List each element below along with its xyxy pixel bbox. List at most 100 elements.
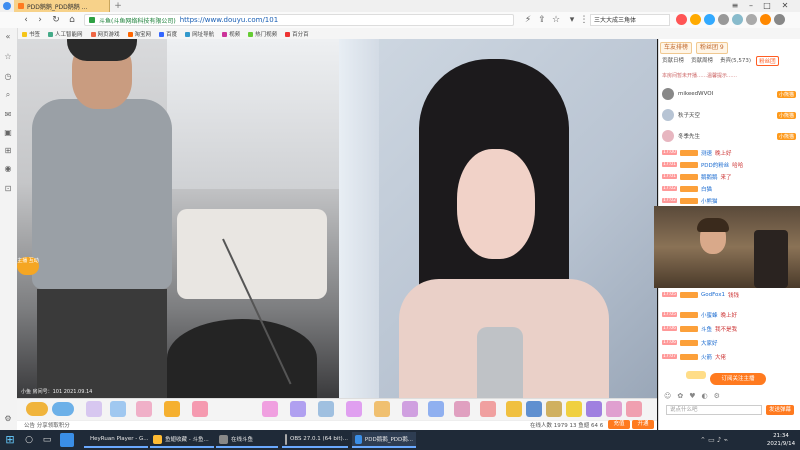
gift-item[interactable] — [454, 401, 470, 417]
gift-item[interactable] — [546, 401, 562, 417]
settings-icon[interactable] — [746, 14, 757, 25]
tab-vip[interactable]: 贵宾(5,573) — [718, 56, 753, 66]
gift-item[interactable] — [110, 401, 126, 417]
close-icon[interactable]: ✕ — [778, 0, 792, 12]
gift-package-button[interactable] — [26, 402, 48, 416]
event-badge[interactable]: 主播 互动 — [17, 257, 39, 275]
weibo-icon[interactable]: ◉ — [3, 164, 13, 174]
gift-item[interactable] — [346, 401, 362, 417]
chat-input[interactable]: 说点什么吧 — [666, 405, 762, 415]
gift-shop-button[interactable] — [52, 402, 74, 416]
gift-item[interactable] — [86, 401, 102, 417]
more-icon[interactable] — [774, 14, 785, 25]
taskbar-app[interactable]: OBS 27.0.1 (64 bit)... — [282, 432, 348, 448]
minimize-icon[interactable]: – — [744, 0, 758, 12]
taskbar-clock[interactable]: 21:34 2021/9/14 — [764, 432, 798, 448]
gift-item[interactable] — [626, 401, 642, 417]
gift-item[interactable] — [402, 401, 418, 417]
windows-start-icon[interactable]: ⊞ — [3, 433, 17, 447]
fan-row[interactable]: 冬季先生 小熊猫 — [662, 128, 796, 144]
star-icon[interactable]: ☆ — [550, 13, 562, 27]
gift-item[interactable] — [606, 401, 622, 417]
bookmark-item[interactable]: 淘宝网 — [127, 30, 151, 38]
system-tray-icons[interactable]: ⌃ ▭ ♪ ⌁ — [700, 436, 728, 444]
tab-fans[interactable]: 粉丝团 9 — [696, 42, 728, 54]
tab-rank[interactable]: 车友排榜 — [660, 42, 693, 54]
collapse-icon[interactable]: « — [3, 32, 13, 42]
message-icon[interactable]: ✉ — [3, 110, 13, 120]
gift-item[interactable] — [192, 401, 208, 417]
browser-taskbar-icon[interactable] — [60, 433, 74, 447]
bookmark-item[interactable]: 人工智能网 — [48, 30, 83, 38]
gift-item[interactable] — [586, 401, 602, 417]
browser-tab[interactable]: PDD鹅鹅_PDD鹅鹅 ... — [14, 0, 110, 12]
new-tab-button[interactable]: + — [112, 1, 124, 11]
user-icon[interactable] — [732, 14, 743, 25]
share-icon[interactable]: ⇪ — [536, 13, 548, 27]
bookmark-item[interactable]: 视频 — [222, 30, 240, 38]
bag-icon[interactable]: ▣ — [3, 128, 13, 138]
taskbar-app[interactable]: 鱼翅收藏 - 斗鱼... — [150, 432, 214, 448]
fan-badge-icon[interactable]: ♥ — [689, 392, 695, 402]
tab-daily[interactable]: 贡献日榜 — [660, 56, 686, 66]
task-view-icon[interactable]: ▭ — [40, 433, 54, 447]
maximize-icon[interactable]: □ — [760, 0, 774, 12]
search-icon[interactable]: ⌕ — [3, 90, 13, 100]
gift-item[interactable] — [136, 401, 152, 417]
announcement-text[interactable]: 公告 分享领取积分 — [24, 421, 70, 429]
tab-weekly[interactable]: 贡献周榜 — [689, 56, 715, 66]
gift-item[interactable] — [526, 401, 542, 417]
favorites-icon[interactable]: ☆ — [3, 52, 13, 62]
sidebar-settings-icon[interactable]: ⚙ — [3, 414, 13, 424]
notification-icon[interactable] — [760, 14, 771, 25]
game-icon[interactable] — [676, 14, 687, 25]
cloud-icon[interactable] — [704, 14, 715, 25]
fan-row[interactable]: mikeedWVOI 小熊猫 — [662, 86, 796, 102]
search-input[interactable]: 三大大成三角体 — [590, 14, 670, 26]
taskbar-app[interactable]: HeyRuan Player - G... — [84, 432, 149, 448]
color-icon[interactable]: ◐ — [701, 392, 707, 402]
extension-icon[interactable] — [690, 14, 701, 25]
bookmark-item[interactable]: 书签 — [22, 30, 40, 38]
gift-item[interactable] — [428, 401, 444, 417]
taskbar-app-active[interactable]: PDD鹅鹅_PDD鹅... — [352, 432, 416, 448]
gift-item[interactable] — [374, 401, 390, 417]
refresh-icon[interactable]: ↻ — [50, 13, 62, 27]
open-membership-button[interactable]: 开通 — [632, 420, 654, 429]
bookmark-item[interactable]: 百度 — [159, 30, 177, 38]
gift-item[interactable] — [566, 401, 582, 417]
fan-row[interactable]: 秋子天空 小熊猫 — [662, 107, 796, 123]
menu-icon[interactable]: ≡ — [728, 0, 742, 12]
download-icon[interactable] — [718, 14, 729, 25]
url-field[interactable]: 斗鱼(斗鱼网络科技有限公司) https://www.douyu.com/101 — [84, 14, 514, 26]
gift-item[interactable] — [506, 401, 522, 417]
gift-item[interactable] — [262, 401, 278, 417]
home-icon[interactable]: ⌂ — [66, 13, 78, 27]
bookmark-item[interactable]: 网页游戏 — [90, 30, 120, 38]
gift-effect-toggle[interactable] — [686, 371, 706, 379]
gift-icon[interactable]: ✿ — [677, 392, 683, 402]
search-taskbar-icon[interactable]: ○ — [22, 433, 36, 447]
gift-item[interactable] — [164, 401, 180, 417]
forward-icon[interactable]: › — [34, 13, 46, 27]
send-danmaku-button[interactable]: 发送弹幕 — [766, 405, 794, 415]
video-player[interactable]: 主播 互动 小鱼 房间号：101 2021.09.14 — [17, 39, 657, 398]
gift-item[interactable] — [480, 401, 496, 417]
gift-item[interactable] — [290, 401, 306, 417]
back-icon[interactable]: ‹ — [20, 13, 32, 27]
cart-icon[interactable]: ⊞ — [3, 146, 13, 156]
taskbar-app[interactable]: 在线斗鱼 — [216, 432, 278, 448]
apps-icon[interactable]: ⊡ — [3, 184, 13, 194]
dropdown-icon[interactable]: ▾ — [566, 13, 578, 27]
chat-settings-icon[interactable]: ⚙ — [714, 392, 720, 402]
recharge-button[interactable]: 充值 — [608, 420, 630, 429]
gift-item[interactable] — [318, 401, 334, 417]
follow-button[interactable]: 订阅关注主播 — [710, 373, 766, 385]
emoji-icon[interactable]: ☺ — [664, 392, 671, 402]
bookmark-item[interactable]: 网址导航 — [185, 30, 214, 38]
grid-icon[interactable]: ⋮ — [578, 13, 590, 27]
history-icon[interactable]: ◷ — [3, 72, 13, 82]
bookmark-item[interactable]: 百分百 — [285, 30, 309, 38]
bookmark-item[interactable]: 热门视频 — [248, 30, 277, 38]
tab-fanclub[interactable]: 粉丝团 — [756, 56, 779, 66]
